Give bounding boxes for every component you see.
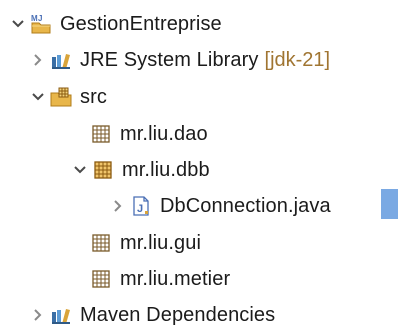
jdk-version-decoration: [jdk-21] bbox=[264, 49, 331, 71]
library-icon bbox=[50, 304, 72, 326]
package-icon bbox=[90, 232, 112, 254]
tree-item-package-dbb[interactable]: mr.liu.dbb bbox=[74, 152, 210, 188]
tree-item-dbconnection-java[interactable]: J DbConnection.java bbox=[110, 188, 331, 224]
java-file-label: DbConnection.java bbox=[160, 195, 331, 217]
tree-item-package-metier[interactable]: mr.liu.metier bbox=[70, 261, 230, 297]
tree-item-project[interactable]: M J GestionEntreprise bbox=[10, 6, 222, 42]
tree-item-jre-library[interactable]: JRE System Library [jdk-21] bbox=[30, 42, 330, 78]
chevron-down-icon[interactable] bbox=[10, 16, 26, 32]
chevron-right-icon[interactable] bbox=[30, 307, 46, 323]
maven-java-project-icon: M J bbox=[30, 13, 52, 35]
library-icon bbox=[50, 49, 72, 71]
package-icon bbox=[90, 123, 112, 145]
package-label: mr.liu.gui bbox=[120, 232, 202, 254]
svg-text:J: J bbox=[137, 203, 143, 215]
chevron-down-icon[interactable] bbox=[30, 89, 46, 105]
svg-text:J: J bbox=[38, 14, 42, 23]
maven-dependencies-label: Maven Dependencies bbox=[80, 304, 276, 326]
svg-text:M: M bbox=[31, 14, 38, 23]
chevron-right-icon[interactable] bbox=[110, 198, 126, 214]
chevron-right-icon[interactable] bbox=[30, 52, 46, 68]
src-label: src bbox=[80, 86, 107, 108]
package-label: mr.liu.metier bbox=[120, 268, 231, 290]
project-explorer-tree: M J GestionEntreprise JRE System Library… bbox=[0, 0, 398, 329]
project-label: GestionEntreprise bbox=[60, 13, 222, 35]
tree-item-maven-dependencies[interactable]: Maven Dependencies bbox=[30, 297, 275, 333]
package-label: mr.liu.dao bbox=[120, 123, 208, 145]
chevron-down-icon[interactable] bbox=[72, 162, 88, 178]
java-file-icon: J bbox=[130, 195, 152, 217]
jre-library-label: JRE System Library bbox=[80, 49, 259, 71]
package-open-icon bbox=[92, 159, 114, 181]
tree-item-package-dao[interactable]: mr.liu.dao bbox=[70, 116, 208, 152]
selection-highlight bbox=[381, 189, 398, 219]
package-icon bbox=[90, 268, 112, 290]
tree-item-package-gui[interactable]: mr.liu.gui bbox=[70, 225, 201, 261]
source-folder-icon bbox=[50, 86, 72, 108]
package-label: mr.liu.dbb bbox=[122, 159, 210, 181]
tree-item-src[interactable]: src bbox=[30, 79, 107, 115]
